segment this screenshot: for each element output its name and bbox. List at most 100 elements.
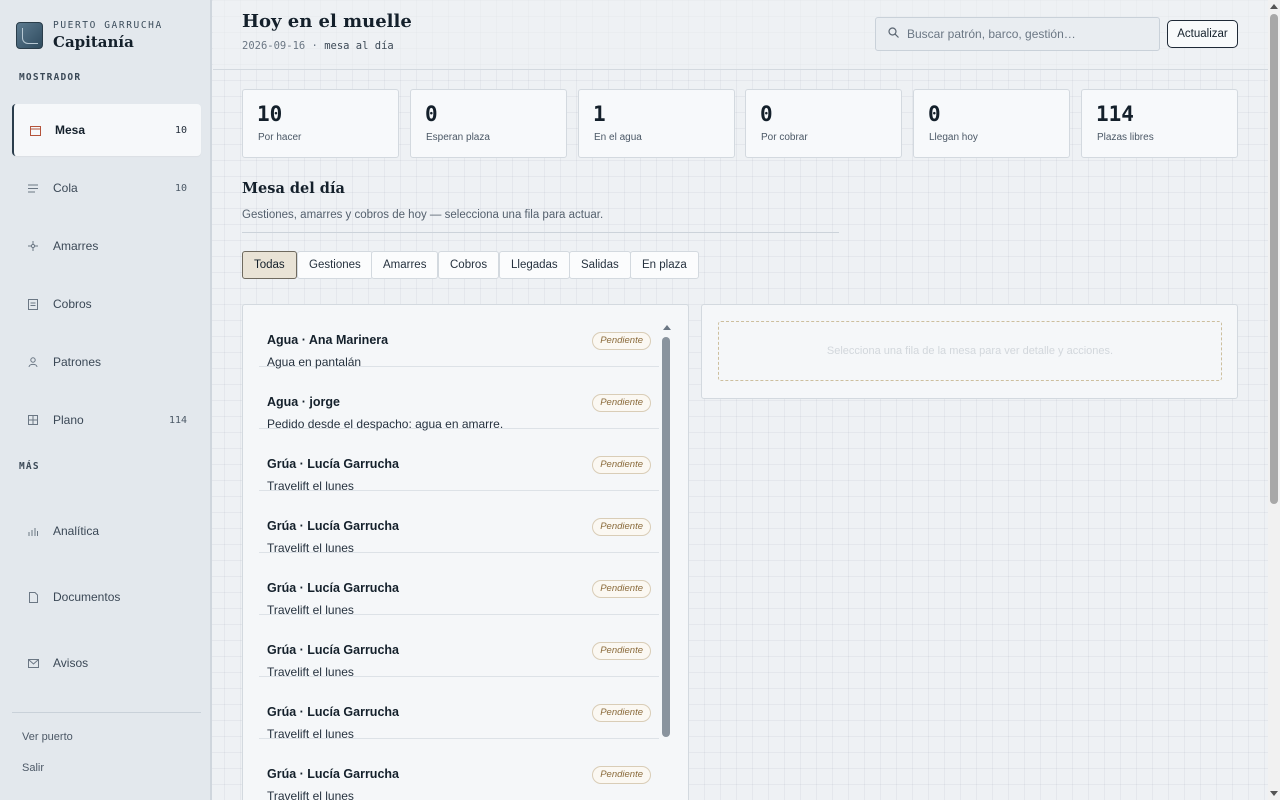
sidebar-divider [12,712,201,713]
sidebar-item-patrones[interactable]: Patrones [12,336,201,388]
sidebar-item-label: Amarres [53,239,99,253]
tab-llegadas[interactable]: Llegadas [499,251,570,279]
sidebar-item-cobros[interactable]: Cobros [12,278,201,330]
stat-card-plazas-libres[interactable]: 114 Plazas libres [1081,89,1238,158]
refresh-button[interactable]: Actualizar [1167,20,1238,48]
stat-label: En el agua [594,132,642,143]
sidebar-item-avisos[interactable]: Avisos [12,637,201,689]
list-item[interactable]: Grúa · Lucía Garrucha Travelift el lunes… [259,491,659,555]
sidebar-item-count: 10 [174,124,187,136]
sidebar-item-label: Patrones [53,355,102,369]
scroll-up-arrow-icon[interactable] [663,325,671,330]
port-logo-icon [16,22,43,49]
scroll-up-arrow-icon[interactable] [1270,4,1278,9]
list-scrollbar-thumb[interactable] [662,337,670,737]
page-subtitle: 2026-09-16 · mesa al día [242,40,394,52]
stat-value: 114 [1096,102,1134,126]
brand[interactable]: PUERTO GARRUCHA Capitanía [16,20,163,51]
list-item[interactable]: Grúa · Lucía Garrucha Travelift el lunes… [259,429,659,493]
search-icon [888,25,899,43]
row-description: Travelift el lunes [267,789,354,800]
row-title: Agua · jorge [267,395,340,409]
tab-salidas[interactable]: Salidas [569,251,631,279]
sidebar-item-label: Plano [53,413,84,427]
sidebar-item-mesa[interactable]: Mesa 10 [12,104,201,156]
bar-chart-icon [27,525,39,537]
list-scrollbar[interactable] [662,325,671,800]
page-scrollbar[interactable] [1268,0,1280,800]
sidebar-item-cola[interactable]: Cola 10 [12,162,201,214]
logout-link[interactable]: Salir [22,762,44,774]
sidebar-item-amarres[interactable]: Amarres [12,220,201,272]
current-date: 2026-09-16 [242,40,306,52]
page-title: Hoy en el muelle [242,11,412,32]
status-badge: Pendiente [592,766,651,784]
stat-label: Esperan plaza [426,132,490,143]
status-badge: Pendiente [592,704,651,722]
mail-icon [27,657,39,669]
status-badge: Pendiente [592,332,651,350]
tab-cobros[interactable]: Cobros [438,251,500,279]
list-item[interactable]: Grúa · Lucía Garrucha Travelift el lunes… [259,677,659,741]
sidebar-item-label: Analítica [53,524,100,538]
sidebar-item-analitica[interactable]: Analítica [12,505,201,557]
tab-amarres[interactable]: Amarres [371,251,439,279]
list-item[interactable]: Grúa · Lucía Garrucha Travelift el lunes… [259,739,659,800]
status-badge: Pendiente [592,580,651,598]
search-box[interactable] [875,17,1160,51]
sidebar-item-label: Cola [53,181,78,195]
page-header: Hoy en el muelle 2026-09-16 · mesa al dí… [213,0,1268,70]
calendar-icon [29,124,41,136]
anchor-icon [27,240,39,252]
stat-label: Por cobrar [761,132,808,143]
search-input[interactable] [907,27,1147,41]
stat-card-por-cobrar[interactable]: 0 Por cobrar [745,89,902,158]
page-scrollbar-thumb[interactable] [1270,14,1278,504]
view-port-link[interactable]: Ver puerto [22,731,73,743]
row-title: Grúa · Lucía Garrucha [267,581,399,595]
row-title: Grúa · Lucía Garrucha [267,643,399,657]
list-item[interactable]: Grúa · Lucía Garrucha Travelift el lunes… [259,553,659,617]
stat-card-por-hacer[interactable]: 10 Por hacer [242,89,399,158]
grid-icon [27,414,39,426]
sidebar: PUERTO GARRUCHA Capitanía MOSTRADOR Mesa… [0,0,212,800]
sidebar-item-label: Documentos [53,590,121,604]
row-title: Grúa · Lucía Garrucha [267,457,399,471]
stat-value: 10 [257,102,283,126]
sidebar-item-count: 10 [174,182,187,194]
sidebar-item-label: Mesa [55,123,86,137]
section-divider [242,232,839,233]
detail-empty-state: Selecciona una fila de la mesa para ver … [718,321,1222,381]
subtitle-text: mesa al día [324,40,394,52]
receipt-icon [27,298,39,310]
detail-panel: Selecciona una fila de la mesa para ver … [701,304,1238,399]
status-badge: Pendiente [592,456,651,474]
tab-en-plaza[interactable]: En plaza [630,251,699,279]
scroll-down-arrow-icon[interactable] [1270,791,1278,796]
stat-value: 1 [593,102,606,126]
document-icon [27,591,39,603]
brand-kicker: PUERTO GARRUCHA [53,20,163,31]
person-icon [27,356,39,368]
desk-list: Agua · Ana Marinera Agua en pantalán Pen… [242,304,689,800]
sidebar-item-count: 114 [168,414,187,426]
sidebar-item-documentos[interactable]: Documentos [12,571,201,623]
list-item[interactable]: Agua · jorge Pedido desde el despacho: a… [259,367,659,431]
stat-card-en-el-agua[interactable]: 1 En el agua [578,89,735,158]
subtitle-separator: · [311,40,318,52]
sidebar-item-label: Cobros [53,297,92,311]
stat-card-esperan-plaza[interactable]: 0 Esperan plaza [410,89,567,158]
stat-card-llegan-hoy[interactable]: 0 Llegan hoy [913,89,1070,158]
tab-gestiones[interactable]: Gestiones [297,251,373,279]
tab-todas[interactable]: Todas [242,251,297,279]
stat-label: Por hacer [258,132,302,143]
sidebar-item-label: Avisos [53,656,89,670]
section-description: Gestiones, amarres y cobros de hoy — sel… [242,209,604,221]
list-item[interactable]: Grúa · Lucía Garrucha Travelift el lunes… [259,615,659,679]
section-title: Mesa del día [242,180,345,197]
stat-label: Plazas libres [1097,132,1154,143]
status-badge: Pendiente [592,394,651,412]
list-item[interactable]: Agua · Ana Marinera Agua en pantalán Pen… [259,305,659,369]
sidebar-item-plano[interactable]: Plano 114 [12,394,201,446]
lines-icon [27,182,39,194]
